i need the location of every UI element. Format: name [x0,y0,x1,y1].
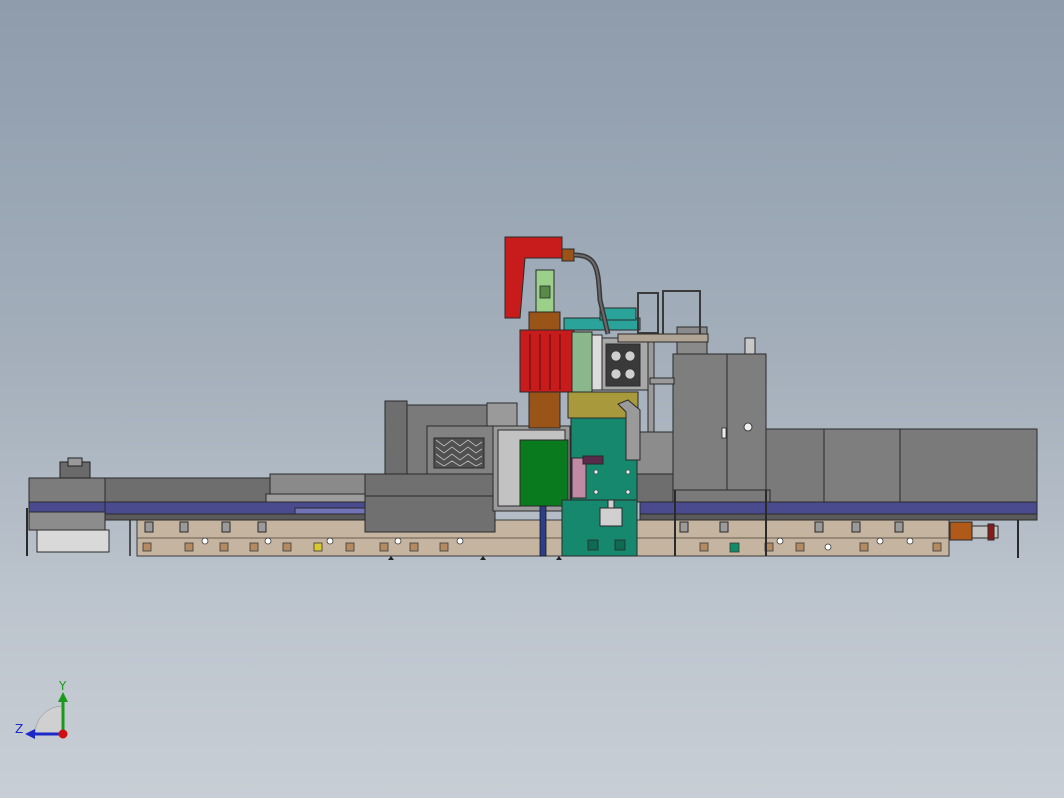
z-axis-label: Z [15,722,23,736]
y-axis-label: Y [58,679,67,693]
triad-plane-icon [34,705,64,735]
z-axis-arrowhead-icon [25,729,35,739]
y-axis-arrowhead-icon [58,692,68,702]
cad-viewport[interactable]: Y Z [0,0,1064,798]
x-axis-dot-icon [58,729,68,739]
view-orientation-triad: Y Z [15,679,68,739]
